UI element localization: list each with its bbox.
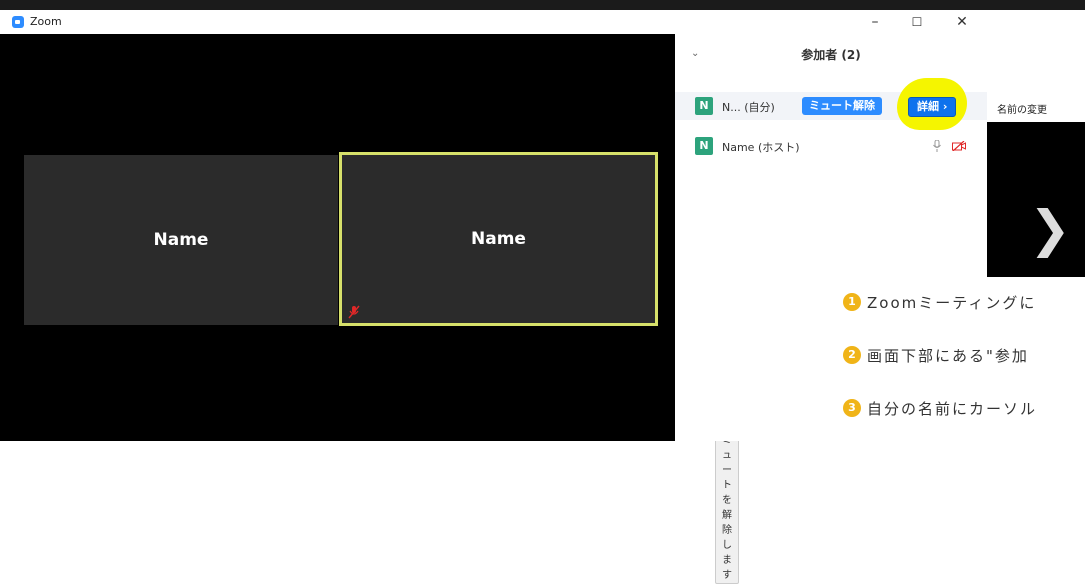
participants-header: ⌄ 参加者 (2) [675,34,987,72]
participant-name: Name (ホスト) [722,141,800,154]
video-tile-active[interactable]: Name [339,152,658,326]
step-item: 3 自分の名前にカーソル [843,396,1085,420]
video-tile[interactable]: Name [24,155,338,325]
unmute-tooltip: ミュートを解除します [715,428,739,584]
step-number: 3 [843,399,861,417]
video-area: ❮ Name Name ミュートを解除します [0,34,739,584]
participant-row-self[interactable]: N N... (自分) ミュート解除 詳細 › [675,78,987,130]
step-number: 2 [843,346,861,364]
next-page-arrow-icon[interactable]: ❯ [1029,204,1071,254]
close-button[interactable]: ✕ [947,12,977,32]
window-title: Zoom [30,15,62,28]
muted-mic-icon [348,305,360,319]
step-text: Zoomミーティングに [867,294,1037,312]
step-text: 自分の名前にカーソル [867,400,1038,418]
maximize-button[interactable]: ☐ [902,12,932,32]
step-number: 1 [843,293,861,311]
step-text: 画面下部にある"参加 [867,347,1029,365]
minimize-button[interactable]: – [860,12,890,32]
zoom-window: Zoom – ☐ ✕ ❮ Name Name ミュートを解除します ⌄ 参加者 … [0,10,987,584]
participant-row-host[interactable]: N Name (ホスト) [675,132,987,160]
rename-menu-item[interactable]: 名前の変更 [997,101,1047,116]
zoom-logo-icon [12,16,24,28]
step-item: 1 Zoomミーティングに [843,290,1085,314]
tile-name: Name [471,229,526,249]
video-off-icon [952,141,966,151]
unmute-button[interactable]: ミュート解除 [802,97,882,115]
more-button[interactable]: 詳細 › [908,97,957,117]
participant-context-menu: 名前の変更 [987,90,1085,122]
mic-icon [933,140,941,152]
title-bar: Zoom – ☐ ✕ [0,10,987,34]
participants-title: 参加者 (2) [801,48,861,62]
step-item: 2 画面下部にある"参加 [843,343,1085,367]
avatar: N [695,97,713,115]
participant-name: N... (自分) [722,101,775,114]
tile-name: Name [153,230,209,250]
next-page-area: ❯ [987,122,1085,277]
top-strip [0,0,1085,10]
avatar: N [695,137,713,155]
instruction-steps: 1 Zoomミーティングに 2 画面下部にある"参加 3 自分の名前にカーソル [843,285,1085,441]
